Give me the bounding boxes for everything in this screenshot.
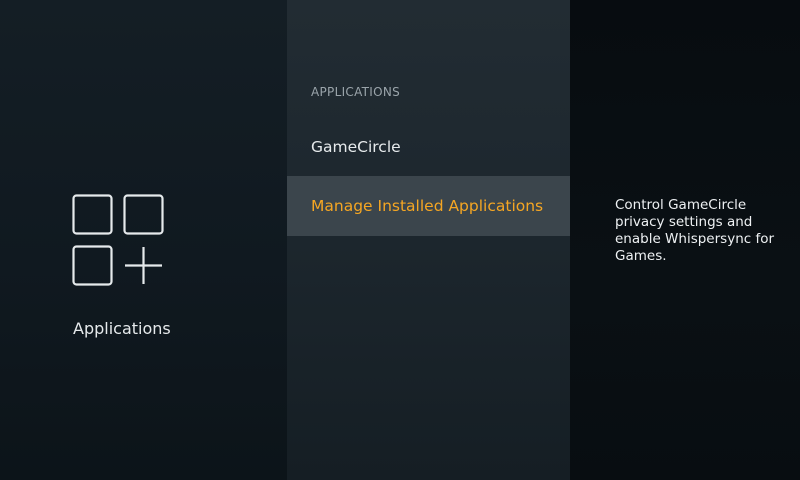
menu-item-gamecircle[interactable]: GameCircle xyxy=(287,117,570,177)
section-header: APPLICATIONS xyxy=(311,85,401,99)
description-pane: Control GameCircle privacy settings and … xyxy=(570,0,800,480)
description-text: Control GameCircle privacy settings and … xyxy=(615,197,775,264)
category-pane: Applications xyxy=(0,0,287,480)
menu-item-label: GameCircle xyxy=(311,138,401,156)
settings-screen: Applications APPLICATIONS GameCircle Man… xyxy=(0,0,800,480)
category-label: Applications xyxy=(73,319,171,338)
menu-item-label: Manage Installed Applications xyxy=(311,197,544,215)
menu-pane: APPLICATIONS GameCircle Manage Installed… xyxy=(287,0,570,480)
apps-grid-plus-icon xyxy=(72,194,164,286)
menu-item-manage-installed-applications[interactable]: Manage Installed Applications xyxy=(287,176,570,236)
